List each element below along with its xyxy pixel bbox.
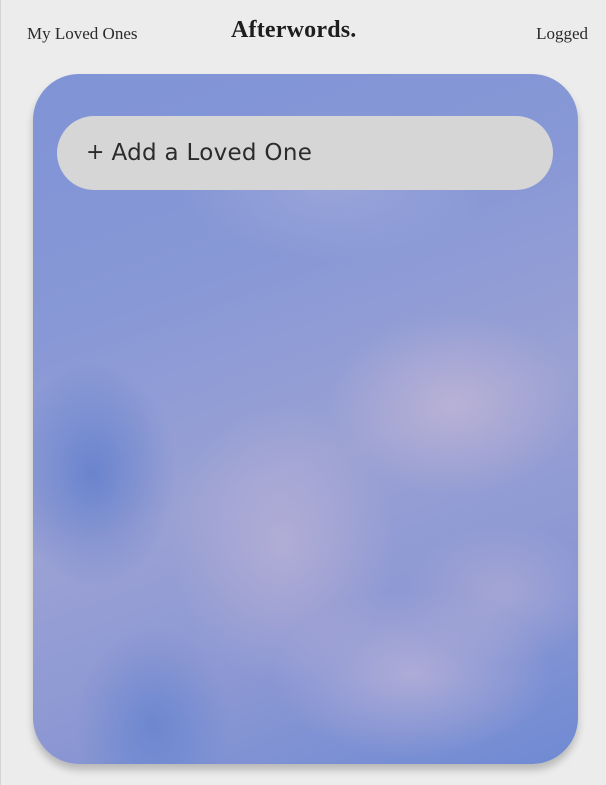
brand-logo-title: Afterwords. bbox=[231, 17, 357, 43]
page-left-border bbox=[0, 0, 1, 785]
nav-link-logged[interactable]: Logged bbox=[536, 24, 588, 44]
add-loved-one-button[interactable]: + Add a Loved One bbox=[57, 116, 553, 190]
add-loved-one-label: Add a Loved One bbox=[111, 140, 313, 166]
plus-icon: + bbox=[86, 140, 105, 165]
nav-link-my-loved-ones[interactable]: My Loved Ones bbox=[27, 24, 137, 44]
top-navigation-bar: My Loved Ones Afterwords. Logged bbox=[0, 0, 606, 70]
loved-ones-card: + Add a Loved One bbox=[33, 74, 578, 764]
